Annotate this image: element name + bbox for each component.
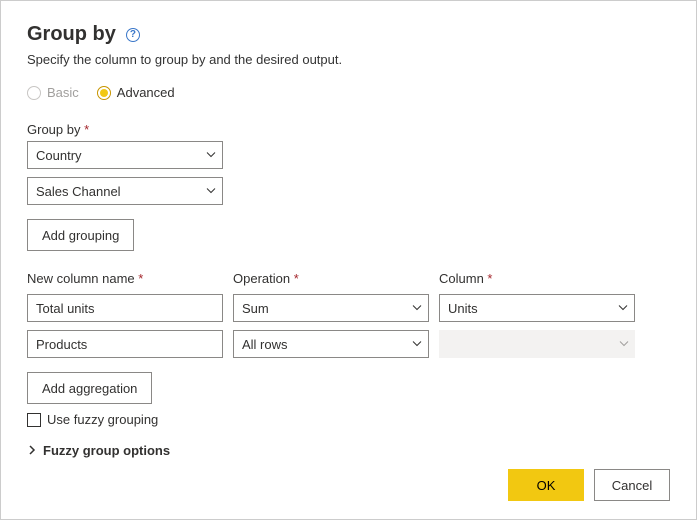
operation-label: Operation * — [233, 271, 429, 286]
aggregation-row: Products All rows — [27, 330, 670, 358]
chevron-right-icon — [27, 443, 37, 458]
group-by-select-1-value: Sales Channel — [36, 184, 121, 199]
title-row: Group by ? — [27, 23, 670, 46]
chevron-down-icon — [206, 184, 216, 199]
chevron-down-icon — [412, 301, 422, 316]
chevron-down-icon — [619, 337, 629, 352]
chevron-down-icon — [206, 148, 216, 163]
group-by-dialog: Group by ? Specify the column to group b… — [0, 0, 697, 520]
column-select-disabled — [439, 330, 635, 358]
radio-advanced[interactable]: Advanced — [97, 85, 175, 100]
fuzzy-options-label: Fuzzy group options — [43, 443, 170, 458]
radio-circle-icon — [97, 86, 111, 100]
new-column-name-input[interactable]: Products — [27, 330, 223, 358]
dialog-subtitle: Specify the column to group by and the d… — [27, 52, 670, 67]
radio-basic[interactable]: Basic — [27, 85, 79, 100]
column-label: Column * — [439, 271, 635, 286]
new-column-name-label: New column name * — [27, 271, 223, 286]
checkbox-icon — [27, 413, 41, 427]
group-by-select-1[interactable]: Sales Channel — [27, 177, 223, 205]
group-by-select-0[interactable]: Country — [27, 141, 223, 169]
operation-select[interactable]: All rows — [233, 330, 429, 358]
group-by-select-0-value: Country — [36, 148, 82, 163]
add-aggregation-button[interactable]: Add aggregation — [27, 372, 152, 404]
operation-select[interactable]: Sum — [233, 294, 429, 322]
radio-advanced-label: Advanced — [117, 85, 175, 100]
fuzzy-checkbox-label: Use fuzzy grouping — [47, 412, 158, 427]
radio-basic-label: Basic — [47, 85, 79, 100]
add-grouping-button[interactable]: Add grouping — [27, 219, 134, 251]
fuzzy-checkbox-row[interactable]: Use fuzzy grouping — [27, 412, 670, 427]
chevron-down-icon — [412, 337, 422, 352]
ok-button[interactable]: OK — [508, 469, 584, 501]
mode-radio-group: Basic Advanced — [27, 85, 670, 100]
fuzzy-options-expander[interactable]: Fuzzy group options — [27, 443, 670, 458]
group-by-label: Group by * — [27, 122, 670, 137]
aggregation-row: Total units Sum Units — [27, 294, 670, 322]
radio-circle-icon — [27, 86, 41, 100]
chevron-down-icon — [618, 301, 628, 316]
aggregation-header: New column name * Operation * Column * — [27, 271, 670, 290]
new-column-name-input[interactable]: Total units — [27, 294, 223, 322]
cancel-button[interactable]: Cancel — [594, 469, 670, 501]
dialog-title: Group by — [27, 23, 116, 46]
help-icon[interactable]: ? — [126, 28, 140, 42]
column-select[interactable]: Units — [439, 294, 635, 322]
dialog-footer: OK Cancel — [508, 469, 670, 501]
